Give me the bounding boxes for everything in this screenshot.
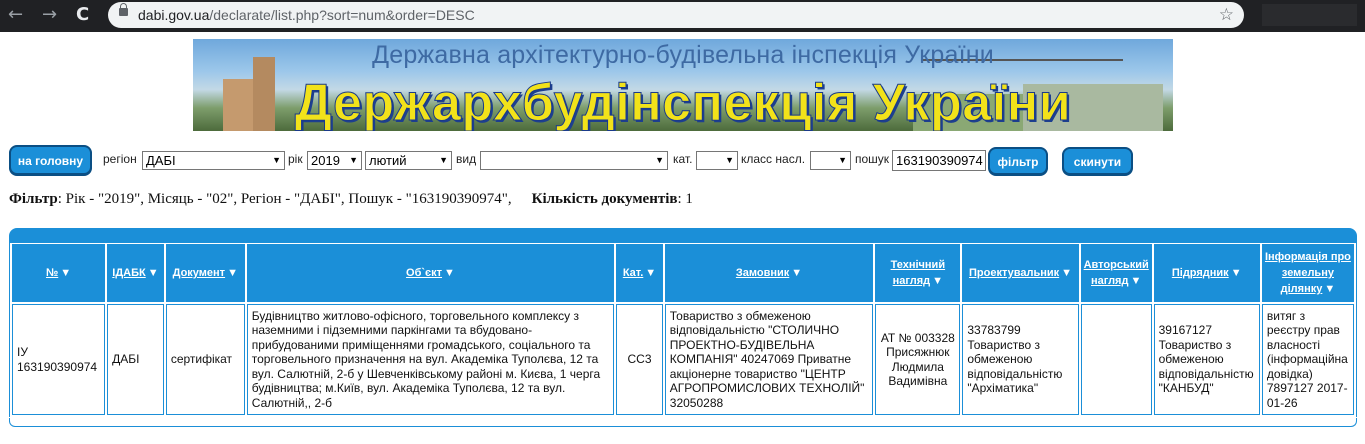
sort-desc-icon[interactable]: ▼	[444, 265, 455, 281]
cell-contractor: 39167127 Товариство з обмеженою відповід…	[1153, 304, 1260, 415]
sort-desc-icon[interactable]: ▼	[932, 273, 943, 289]
back-icon[interactable]: ←	[8, 5, 23, 25]
sort-desc-icon[interactable]: ▼	[1130, 273, 1141, 289]
reload-icon[interactable]: C	[76, 5, 89, 25]
declarations-table: № ▼ ІДАБК ▼ Документ ▼ Об`єкт ▼ Кат. ▼ Замовн…	[9, 242, 1357, 417]
col-header-author-supervision[interactable]: Авторський нагляд ▼	[1080, 244, 1152, 302]
col-header-customer[interactable]: Замовник ▼	[664, 244, 874, 302]
col-header-object[interactable]: Об`єкт ▼	[246, 244, 615, 302]
chevron-down-icon: ▼	[725, 155, 734, 165]
col-header-designer[interactable]: Проектувальник ▼	[962, 244, 1079, 302]
category-select[interactable]: ▼	[696, 151, 738, 170]
chevron-down-icon: ▼	[272, 155, 281, 165]
search-label: пошук	[855, 152, 890, 166]
cell-land-info: витяг з реєстру прав власності (інформац…	[1261, 304, 1354, 415]
type-label: вид	[456, 152, 477, 166]
search-input[interactable]: 163190390974	[892, 150, 986, 171]
home-button[interactable]: на головну	[9, 145, 92, 175]
filter-button[interactable]: фільтр	[988, 147, 1048, 175]
table-row: ІУ 163190390974 ДАБІ сертифікат Будівниц…	[12, 304, 1354, 415]
reset-button[interactable]: скинути	[1062, 147, 1133, 175]
document-count-label: Кількість документів	[531, 191, 678, 207]
cell-designer: 33783799 Товариство з обмеженою відповід…	[962, 304, 1079, 415]
bookmark-star-icon[interactable]: ☆	[1219, 5, 1234, 25]
filter-summary: Фільтр: Рік - "2019", Місяць - "02", Рег…	[9, 191, 693, 208]
type-select[interactable]: ▼	[480, 151, 668, 170]
year-select[interactable]: 2019 ▼	[307, 151, 362, 170]
browser-toolbar: ← → C dabi.gov.ua/declarate/list.php?sor…	[0, 0, 1365, 32]
cell-object: Будівництво житлово-офісного, торговельн…	[246, 304, 615, 415]
forward-icon[interactable]: →	[42, 5, 57, 25]
sort-desc-icon[interactable]: ▼	[1231, 265, 1242, 281]
cell-author-supervision	[1080, 304, 1152, 415]
sort-desc-icon[interactable]: ▼	[227, 265, 238, 281]
chevron-down-icon: ▼	[838, 155, 847, 165]
extensions-area	[1262, 4, 1357, 26]
category-label: кат.	[673, 152, 693, 166]
col-header-tech-supervision[interactable]: Технічний нагляд ▼	[875, 244, 961, 302]
sort-desc-icon[interactable]: ▼	[60, 265, 71, 281]
table-top-bar	[9, 228, 1357, 243]
cell-num: ІУ 163190390974	[12, 304, 106, 415]
col-header-contractor[interactable]: Підрядник ▼	[1153, 244, 1260, 302]
cell-category: СС3	[616, 304, 663, 415]
region-select[interactable]: ДАБІ ▼	[142, 151, 285, 170]
class-select[interactable]: ▼	[810, 151, 851, 170]
cell-tech-supervision: АТ № 003328 Присяжнюк Людмила Вадимівна	[875, 304, 961, 415]
address-bar[interactable]: dabi.gov.ua/declarate/list.php?sort=num&…	[108, 2, 1244, 28]
col-header-num[interactable]: № ▼	[12, 244, 106, 302]
lock-icon	[119, 3, 128, 16]
filter-summary-text: : Рік - "2019", Місяць - "02", Регіон - …	[57, 191, 512, 207]
filter-summary-label: Фільтр	[9, 191, 58, 207]
col-header-category[interactable]: Кат. ▼	[616, 244, 663, 302]
site-banner: Державна архітектурно-будівельна інспекц…	[193, 39, 1173, 131]
sort-desc-icon[interactable]: ▼	[645, 265, 656, 281]
chevron-down-icon: ▼	[655, 155, 664, 165]
sort-desc-icon[interactable]: ▼	[791, 265, 802, 281]
banner-title: Держархбудінспекція України	[294, 74, 1072, 132]
cell-idabk: ДАБІ	[107, 304, 164, 415]
class-label: класс насл.	[741, 152, 806, 166]
document-count-value: : 1	[677, 191, 693, 207]
col-header-idabk[interactable]: ІДАБК ▼	[107, 244, 164, 302]
sort-desc-icon[interactable]: ▼	[1061, 265, 1072, 281]
chevron-down-icon: ▼	[439, 155, 448, 165]
year-label: рік	[288, 152, 303, 166]
cell-customer: Товариство з обмеженою відповідальністю …	[664, 304, 874, 415]
table-header-row: № ▼ ІДАБК ▼ Документ ▼ Об`єкт ▼ Кат. ▼ Замовн…	[12, 244, 1354, 302]
cell-document: сертифікат	[165, 304, 245, 415]
sort-desc-icon[interactable]: ▼	[148, 265, 159, 281]
col-header-document[interactable]: Документ ▼	[165, 244, 245, 302]
sort-desc-icon[interactable]: ▼	[1324, 281, 1335, 297]
col-header-land-info[interactable]: Інформація про земельну ділянку ▼	[1261, 244, 1354, 302]
month-select[interactable]: лютий ▼	[365, 151, 452, 170]
region-label: регіон	[103, 152, 137, 166]
url-text: dabi.gov.ua/declarate/list.php?sort=num&…	[138, 7, 475, 23]
banner-subtitle: Державна архітектурно-будівельна інспекц…	[372, 41, 994, 69]
table-bottom-border	[9, 418, 1357, 427]
chevron-down-icon: ▼	[349, 155, 358, 165]
